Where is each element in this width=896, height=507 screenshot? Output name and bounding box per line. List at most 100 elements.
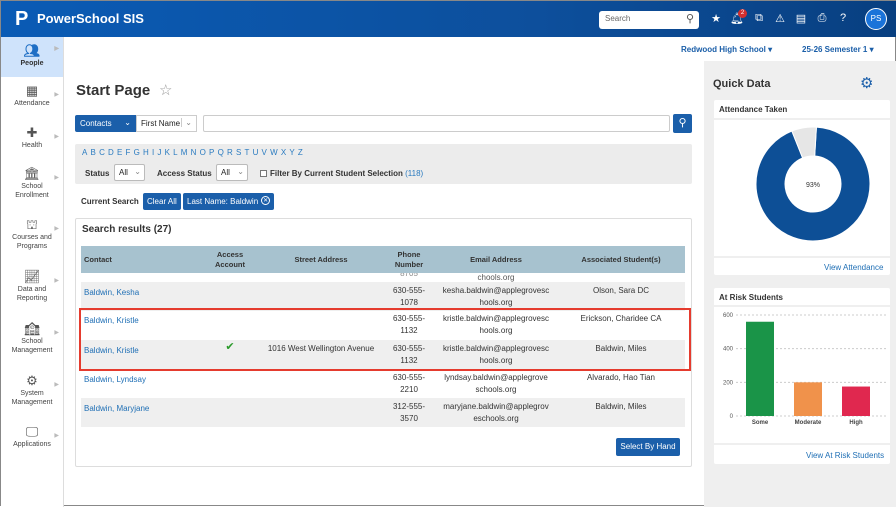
col-phone-number[interactable]: Phone Number <box>386 250 432 270</box>
sidebar-item-label: Attendance <box>14 100 50 107</box>
select-by-hand-button[interactable]: Select By Hand <box>616 438 680 456</box>
gear-icon[interactable]: ⚙ <box>860 74 873 92</box>
letter-link[interactable]: P <box>209 148 214 157</box>
search-button[interactable]: ⚲ <box>673 114 692 133</box>
sidebar-item-school-management[interactable]: 🏫︎ School Management ▶ <box>1 321 63 355</box>
filter-selection-count[interactable]: (118) <box>405 169 423 178</box>
sidebar-item-health[interactable]: ✚ Health ▶ <box>1 125 63 150</box>
bar-some[interactable] <box>746 321 774 416</box>
letter-link[interactable]: Z <box>298 148 303 157</box>
letter-link[interactable]: V <box>262 148 267 157</box>
search-icon: ⚲ <box>678 117 687 129</box>
star-icon[interactable]: ★ <box>709 12 723 25</box>
chevron-right-icon: ▶ <box>54 92 59 98</box>
chevron-right-icon: ▶ <box>54 175 59 181</box>
school-selector[interactable]: Redwood High School ▾ <box>681 45 772 54</box>
letter-link[interactable]: E <box>117 148 122 157</box>
contact-link[interactable]: Baldwin, Kesha <box>84 287 139 299</box>
search-placeholder: Search <box>605 14 631 23</box>
associated-students: Olson, Sara DC <box>592 286 650 295</box>
status-select[interactable]: All ⌄ <box>114 164 145 181</box>
sidebar-item-attendance[interactable]: ▦ Attendance ▶ <box>1 83 63 108</box>
contact-link[interactable]: Baldwin, Lyndsay <box>84 374 146 386</box>
sidebar-item-people[interactable]: 👥︎ People ▶ <box>1 37 63 77</box>
filter-selection-checkbox[interactable] <box>260 170 267 177</box>
sidebar-item-data-reporting[interactable]: 📈︎ Data and Reporting ▶ <box>1 269 63 303</box>
letter-link[interactable]: G <box>134 148 140 157</box>
letter-link[interactable]: N <box>191 148 197 157</box>
remove-tag-icon[interactable]: ✕ <box>261 196 271 205</box>
sidebar-item-system-management[interactable]: ⚙ System Management ▶ <box>1 373 63 407</box>
bar-high[interactable] <box>842 386 870 416</box>
col-street-address[interactable]: Street Address <box>271 255 371 265</box>
letter-link[interactable]: A <box>82 148 87 157</box>
avatar[interactable]: PS <box>865 8 887 30</box>
col-email-address[interactable]: Email Address <box>441 255 551 265</box>
letter-link[interactable]: O <box>200 148 206 157</box>
document-icon[interactable]: ▤ <box>794 12 808 25</box>
y-tick-label: 0 <box>730 414 734 420</box>
table-row: Baldwin, Maryjane 312-555- 3570 maryjane.… <box>81 398 685 427</box>
x-tick-label: High <box>849 420 863 426</box>
col-associated-students[interactable]: Associated Student(s) <box>561 255 681 265</box>
letter-link[interactable]: Q <box>218 148 224 157</box>
letter-link[interactable]: W <box>270 148 278 157</box>
sidebar-item-label: School Management <box>11 338 53 354</box>
help-icon[interactable]: ? <box>836 12 850 24</box>
email-line: kesha.baldwin@applegrovesc <box>442 286 550 295</box>
letter-link[interactable]: D <box>108 148 114 157</box>
email-address: kesha.baldwin@applegrovesc hools.org <box>436 285 556 309</box>
letter-link[interactable]: T <box>244 148 249 157</box>
status-label: Status <box>85 169 110 178</box>
letter-link[interactable]: K <box>165 148 170 157</box>
letter-link[interactable]: L <box>173 148 177 157</box>
alert-icon[interactable]: ⚠ <box>773 12 787 25</box>
chevron-down-icon: ⌄ <box>134 167 141 176</box>
print-icon[interactable]: ⎙ <box>815 12 829 25</box>
attendance-percent: 93% <box>806 182 820 189</box>
search-field-select[interactable]: First Name ⌄ <box>136 115 197 132</box>
email-line: lyndsay.baldwin@applegrove <box>444 373 548 382</box>
clear-all-button[interactable]: Clear All <box>143 193 181 210</box>
sidebar-item-applications[interactable]: 🖵︎ Applications ▶ <box>1 424 63 449</box>
letter-link[interactable]: I <box>152 148 154 157</box>
letter-link[interactable]: M <box>181 148 188 157</box>
search-query-input[interactable] <box>203 115 670 132</box>
letter-link[interactable]: S <box>236 148 241 157</box>
letter-link[interactable]: R <box>227 148 233 157</box>
letter-link[interactable]: Y <box>289 148 294 157</box>
chart-icon: 📈︎ <box>23 269 41 284</box>
letter-link[interactable]: J <box>157 148 161 157</box>
global-search-input[interactable]: Search ⚲ <box>599 11 699 29</box>
chevron-down-icon: ⌄ <box>237 167 244 176</box>
view-attendance-link[interactable]: View Attendance <box>824 263 883 272</box>
sidebar-item-label: School Enrollment <box>15 183 49 199</box>
search-tag: Last Name: Baldwin ✕ <box>183 193 275 210</box>
search-type-select[interactable]: Contacts ⌄ <box>75 115 136 132</box>
letter-link[interactable]: B <box>91 148 96 157</box>
contact-link[interactable]: Baldwin, Maryjane <box>84 403 149 415</box>
chevron-right-icon: ▶ <box>54 226 59 232</box>
letter-link[interactable]: F <box>126 148 131 157</box>
switch-icon[interactable]: ⧉ <box>752 12 766 25</box>
phone-number: 312-555- 3570 <box>386 401 432 425</box>
letter-link[interactable]: C <box>99 148 105 157</box>
results-title: Search results (27) <box>82 224 172 235</box>
letter-link[interactable]: H <box>143 148 149 157</box>
divider <box>714 256 890 258</box>
letter-link[interactable]: U <box>253 148 259 157</box>
sidebar-item-courses[interactable]: ⛫ Courses and Programs ▶ <box>1 217 63 251</box>
col-access-account[interactable]: Access Account <box>206 250 254 270</box>
letter-link[interactable]: X <box>281 148 286 157</box>
term-selector[interactable]: 25-26 Semester 1 ▾ <box>802 45 874 54</box>
access-status-select[interactable]: All ⌄ <box>216 164 248 181</box>
associated-students: Baldwin, Miles <box>595 402 647 411</box>
sidebar-item-school-enrollment[interactable]: 🏛︎ School Enrollment ▶ <box>1 166 63 200</box>
view-at-risk-link[interactable]: View At Risk Students <box>806 451 884 460</box>
powerschool-logo-icon[interactable]: P <box>15 9 31 29</box>
col-contact[interactable]: Contact <box>84 255 112 265</box>
caret-down-icon: ▾ <box>869 45 874 54</box>
y-tick-label: 400 <box>723 347 734 353</box>
favorite-add-icon[interactable]: ☆ <box>159 81 172 99</box>
bar-moderate[interactable] <box>794 382 822 416</box>
